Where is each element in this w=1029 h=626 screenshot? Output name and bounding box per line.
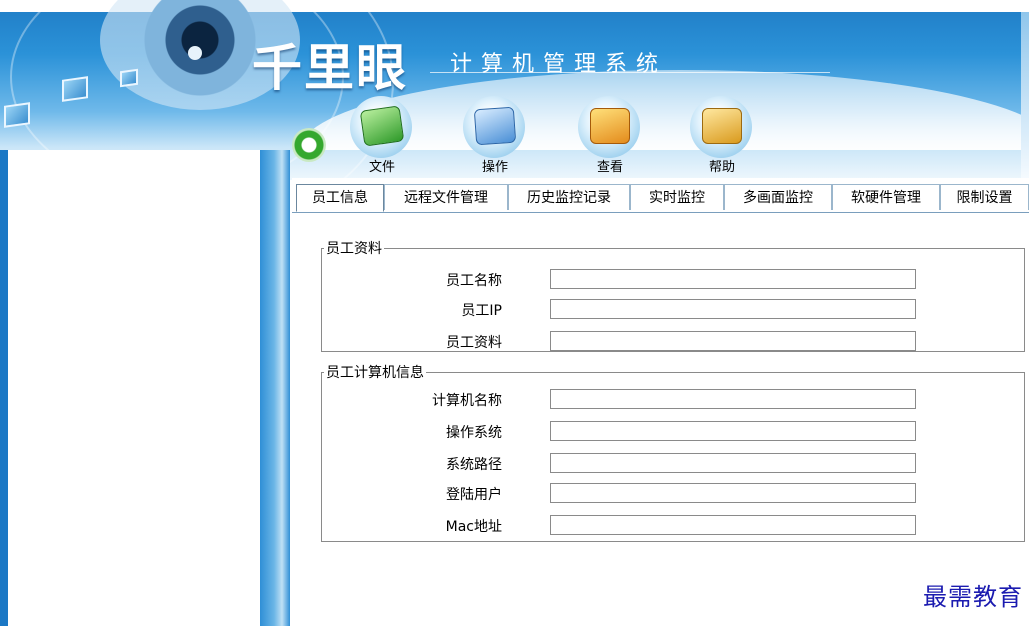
- magnifier-icon: [590, 108, 630, 144]
- logo-underline: [430, 72, 830, 73]
- tab-history-monitor[interactable]: 历史监控记录: [508, 184, 630, 210]
- field-row: 员工IP: [322, 298, 1022, 322]
- os-input[interactable]: [550, 421, 916, 441]
- watermark-text: 最需教育: [923, 583, 1023, 611]
- tab-bar: 员工信息 远程文件管理 历史监控记录 实时监控 多画面监控 软硬件管理 限制设置: [292, 184, 1029, 213]
- employee-profile-input[interactable]: [550, 331, 916, 351]
- employee-info-group: 员工资料 员工名称 员工IP 员工资料: [321, 238, 1025, 352]
- field-row: 操作系统: [322, 420, 1022, 444]
- tab-multi-screen[interactable]: 多画面监控: [724, 184, 832, 210]
- toolbar-label: 帮助: [708, 160, 735, 175]
- field-label: 系统路径: [446, 457, 502, 473]
- tab-employee-info[interactable]: 员工信息: [296, 184, 384, 212]
- toolbar-label: 文件: [368, 160, 395, 175]
- field-row: 员工名称: [322, 268, 1022, 292]
- field-row: Mac地址: [322, 514, 1022, 538]
- mac-address-input[interactable]: [550, 515, 916, 535]
- field-label: 计算机名称: [432, 393, 502, 409]
- employee-tree-panel[interactable]: [8, 158, 260, 626]
- main-panel: 员工信息 远程文件管理 历史监控记录 实时监控 多画面监控 软硬件管理 限制设置…: [292, 178, 1029, 626]
- tab-realtime-monitor[interactable]: 实时监控: [630, 184, 724, 210]
- eye-glint: [188, 46, 202, 60]
- home-ring-button[interactable]: [292, 128, 326, 162]
- tab-software-hardware[interactable]: 软硬件管理: [832, 184, 940, 210]
- monitor-icon: [62, 76, 88, 102]
- toolbar-label: 操作: [481, 160, 508, 175]
- system-path-input[interactable]: [550, 453, 916, 473]
- employee-name-input[interactable]: [550, 269, 916, 289]
- folder-blue-icon: [473, 106, 517, 146]
- monitor-icon: [4, 102, 30, 128]
- field-row: 计算机名称: [322, 388, 1022, 412]
- field-label: 员工资料: [446, 335, 502, 351]
- field-label: 员工名称: [446, 273, 502, 289]
- employee-ip-input[interactable]: [550, 299, 916, 319]
- field-label: 登陆用户: [446, 487, 502, 503]
- group-legend: 员工资料: [326, 241, 382, 257]
- tab-restrictions[interactable]: 限制设置: [940, 184, 1029, 210]
- computer-info-group: 员工计算机信息 计算机名称 操作系统 系统路径 登陆用户 Mac地址: [321, 362, 1025, 542]
- toolbar-operate-button[interactable]: 操作: [445, 90, 535, 178]
- field-label: 操作系统: [446, 425, 502, 441]
- group-legend: 员工计算机信息: [326, 365, 424, 381]
- toolbar-view-button[interactable]: 查看: [560, 90, 650, 178]
- monitor-icon: [120, 68, 138, 88]
- folder-icon: [359, 105, 405, 147]
- field-label: 员工IP: [461, 303, 502, 319]
- field-row: 员工资料: [322, 330, 1022, 354]
- login-user-input[interactable]: [550, 483, 916, 503]
- tab-remote-files[interactable]: 远程文件管理: [384, 184, 508, 210]
- computer-name-input[interactable]: [550, 389, 916, 409]
- banner-edge: [1021, 12, 1029, 180]
- field-label: Mac地址: [445, 519, 502, 535]
- magic-lamp-icon: [702, 108, 742, 144]
- toolbar-file-button[interactable]: 文件: [332, 90, 422, 178]
- app-logo-subtitle: 计算机管理系统: [450, 52, 668, 77]
- field-row: 系统路径: [322, 452, 1022, 476]
- field-row: 登陆用户: [322, 482, 1022, 506]
- toolbar-label: 查看: [596, 160, 623, 175]
- toolbar-help-button[interactable]: 帮助: [672, 90, 762, 178]
